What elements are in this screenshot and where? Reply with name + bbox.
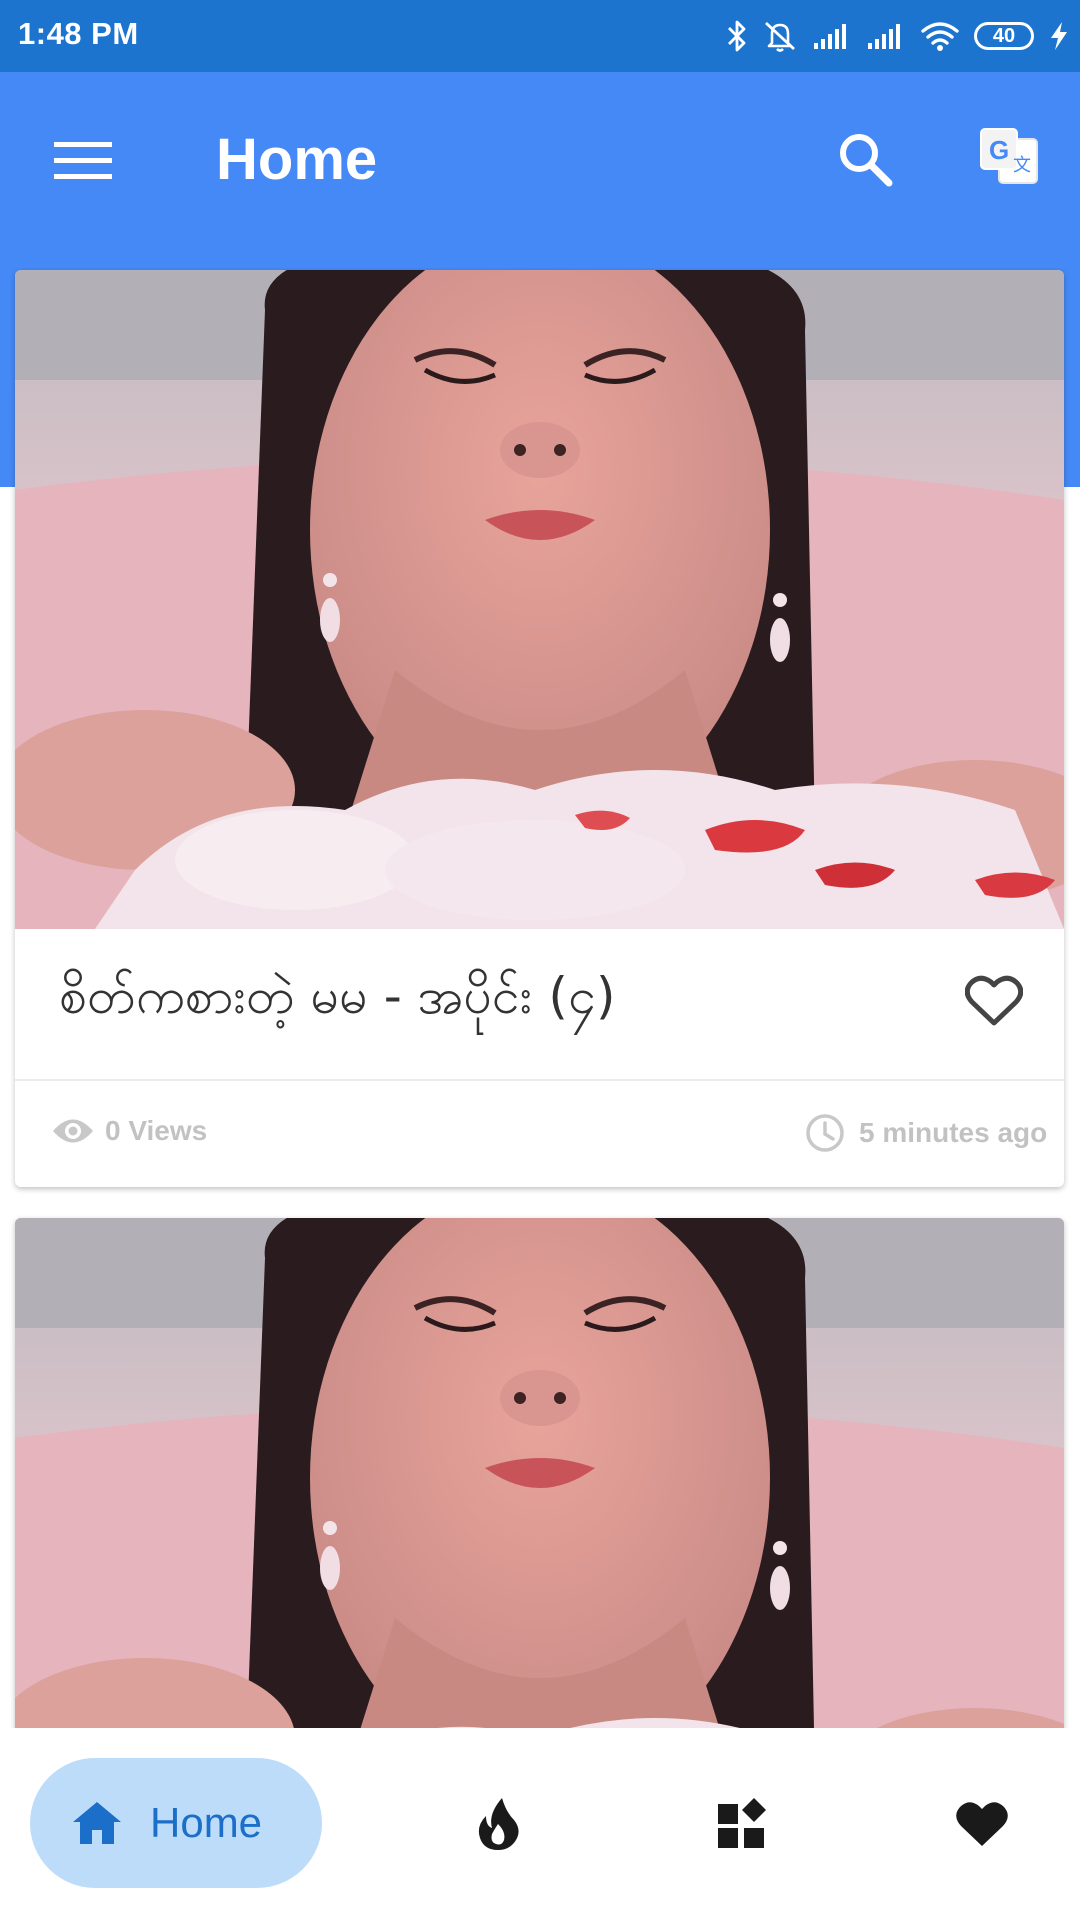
video-card[interactable] (15, 1218, 1064, 1728)
video-title[interactable]: စိတ်ကစားတဲ့ မမ - အပိုင်း (၄) (59, 965, 616, 1038)
menu-icon (54, 142, 112, 179)
wifi-icon (921, 22, 959, 51)
menu-button[interactable] (50, 128, 116, 194)
mute-icon (765, 21, 795, 52)
status-icons: 40 (726, 14, 1070, 58)
signal-icon (814, 24, 846, 49)
nav-item-favorites[interactable] (934, 1776, 1030, 1872)
favorite-button[interactable] (962, 969, 1026, 1033)
nav-home-label: Home (150, 1799, 263, 1846)
svg-text:文: 文 (1013, 155, 1031, 176)
home-icon (70, 1796, 124, 1850)
status-bar: 1:48 PM 40 (0, 0, 1080, 72)
heart-outline-icon (965, 975, 1023, 1026)
time-ago-text: 5 minutes ago (859, 1117, 1048, 1148)
video-thumbnail[interactable] (15, 270, 1064, 929)
svg-text:G: G (989, 135, 1009, 165)
trending-icon (478, 1798, 519, 1850)
card-title-row: စိတ်ကစားတဲ့ မမ - အပိုင်း (၄) (15, 929, 1064, 1081)
translate-button[interactable]: G 文 (972, 120, 1046, 194)
clock-icon (806, 1114, 844, 1152)
nav-item-categories[interactable] (694, 1776, 790, 1872)
battery-icon: 40 (974, 22, 1034, 50)
categories-icon (718, 1798, 766, 1848)
search-button[interactable] (830, 124, 900, 194)
charging-icon (1051, 22, 1067, 50)
nav-item-trending[interactable] (450, 1776, 546, 1872)
translate-icon: G 文 (980, 128, 1038, 184)
views-count: 0 Views (51, 1115, 207, 1147)
bottom-navigation: Home (0, 1728, 1080, 1920)
time-ago: 5 minutes ago (805, 1113, 1055, 1153)
views-text: 0 Views (105, 1115, 208, 1146)
video-card[interactable]: စိတ်ကစားတဲ့ မမ - အပိုင်း (၄) 0 Views 5 m… (15, 270, 1064, 1187)
page-title: Home (216, 127, 378, 192)
nav-item-home[interactable]: Home (30, 1758, 322, 1888)
battery-level: 40 (992, 24, 1016, 47)
signal-icon (868, 24, 900, 49)
video-thumbnail[interactable] (15, 1218, 1064, 1728)
video-feed[interactable]: စိတ်ကစားတဲ့ မမ - အပိုင်း (၄) 0 Views 5 m… (0, 268, 1080, 1728)
status-time: 1:48 PM (18, 16, 139, 51)
search-icon (840, 134, 893, 187)
favorite-icon (956, 1802, 1008, 1846)
eye-icon (53, 1119, 93, 1143)
bluetooth-icon (728, 20, 746, 52)
card-meta: 0 Views 5 minutes ago (15, 1081, 1064, 1187)
